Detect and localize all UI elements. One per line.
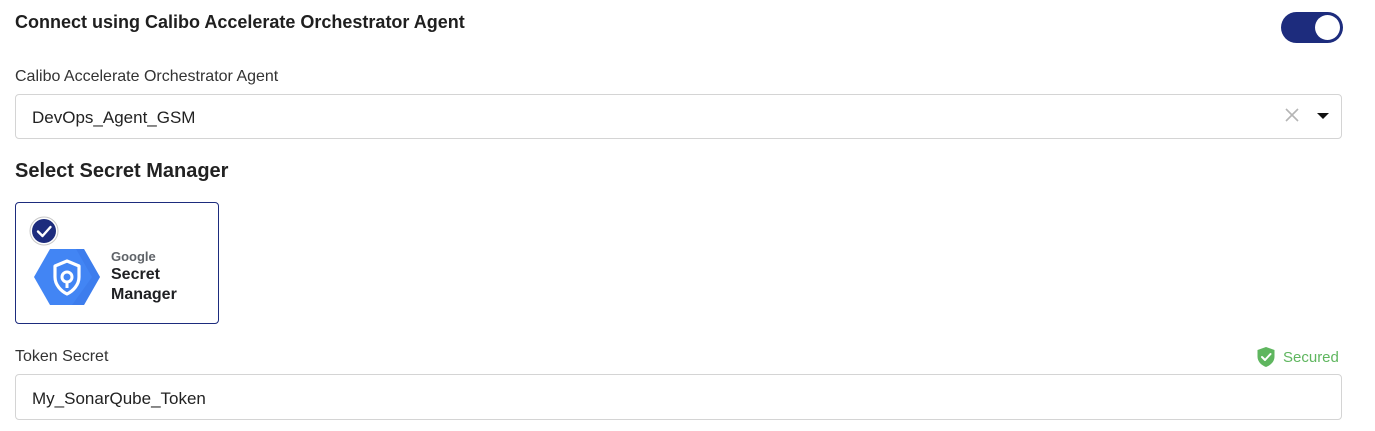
chevron-down-icon[interactable] xyxy=(1316,111,1330,121)
secret-manager-title: Select Secret Manager xyxy=(15,160,229,182)
token-secret-input[interactable]: My_SonarQube_Token xyxy=(15,374,1342,420)
google-secret-manager-icon xyxy=(34,249,100,305)
agent-select[interactable]: DevOps_Agent_GSM xyxy=(15,94,1342,139)
secured-status-text: Secured xyxy=(1283,348,1339,366)
secret-manager-brand: Google xyxy=(111,249,156,264)
connection-settings-panel: Connect using Calibo Accelerate Orchestr… xyxy=(0,0,1375,431)
shield-check-icon xyxy=(1257,347,1275,367)
secret-manager-name: Secret Manager xyxy=(111,266,177,303)
agent-select-value: DevOps_Agent_GSM xyxy=(32,108,196,127)
agent-connection-title: Connect using Calibo Accelerate Orchestr… xyxy=(15,12,465,32)
token-secret-value: My_SonarQube_Token xyxy=(32,389,206,408)
secured-status: Secured xyxy=(1256,346,1339,368)
toggle-knob xyxy=(1315,15,1340,40)
token-secret-label: Token Secret xyxy=(15,348,109,365)
agent-connection-toggle[interactable] xyxy=(1281,12,1343,43)
agent-select-label: Calibo Accelerate Orchestrator Agent xyxy=(15,68,279,85)
check-circle-icon xyxy=(29,216,59,246)
secret-manager-option-google[interactable]: Google Secret Manager xyxy=(15,202,219,324)
close-icon[interactable] xyxy=(1282,105,1302,125)
